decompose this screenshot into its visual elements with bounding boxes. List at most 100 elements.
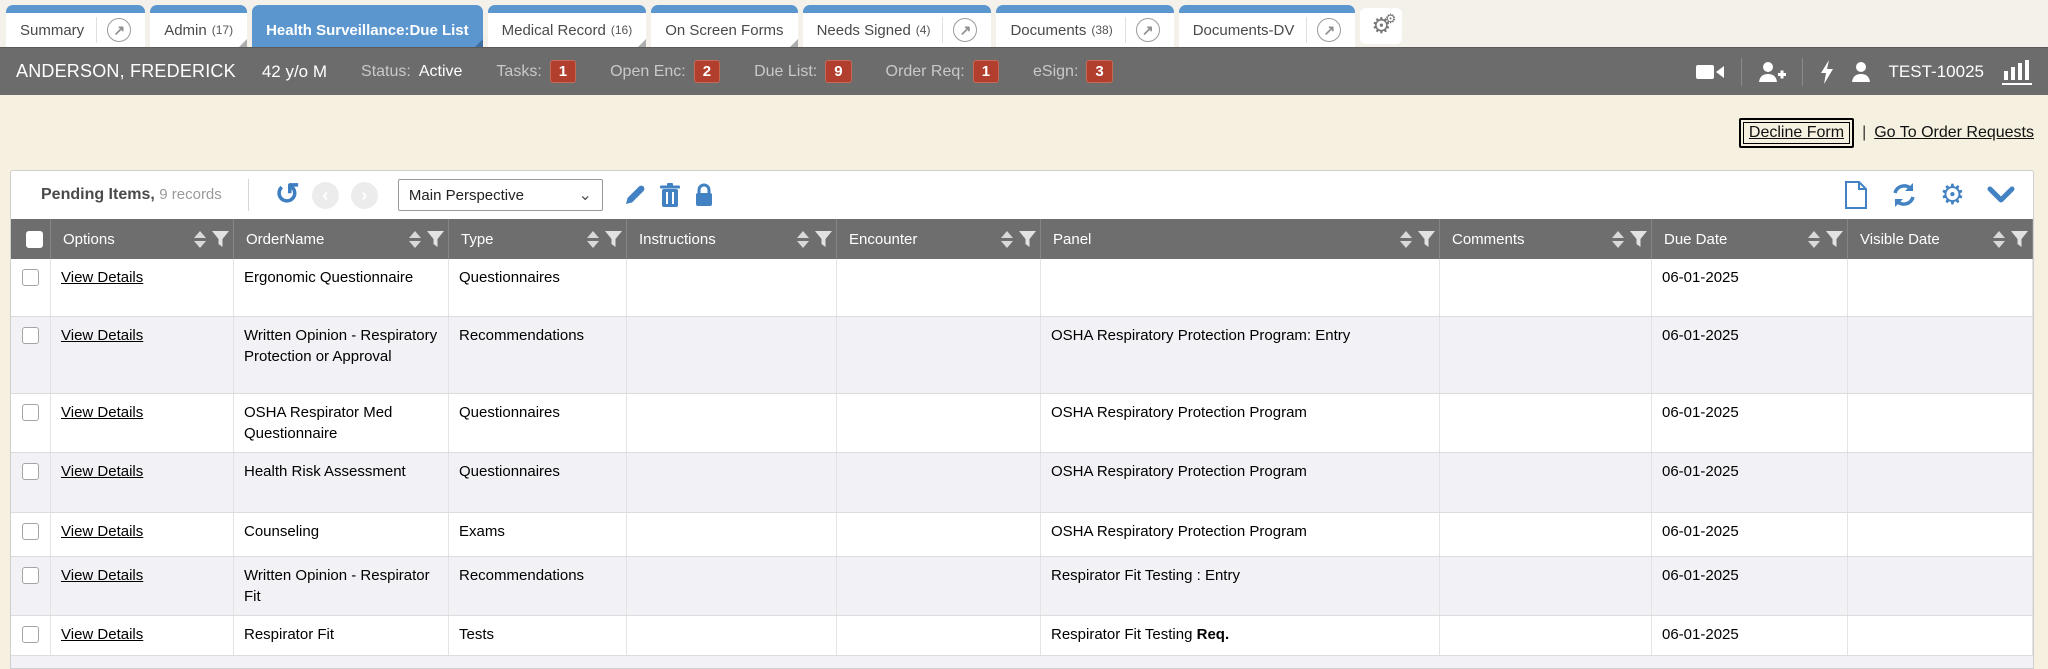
- lock-icon[interactable]: [693, 182, 715, 208]
- decline-form-link[interactable]: Decline Form: [1743, 122, 1850, 144]
- column-header-visible-date[interactable]: Visible Date: [1848, 219, 2033, 259]
- column-header-instructions[interactable]: Instructions: [627, 219, 837, 259]
- tab-health-surveillance-due-list[interactable]: Health Surveillance:Due List: [252, 5, 483, 47]
- edit-pencil-icon[interactable]: [623, 183, 647, 207]
- tab-label: Documents-DV: [1193, 22, 1295, 39]
- external-link-icon[interactable]: ↗: [1317, 18, 1341, 42]
- select-all-checkbox[interactable]: [26, 231, 43, 248]
- external-link-icon[interactable]: ↗: [1136, 18, 1160, 42]
- sort-icon[interactable]: [1001, 231, 1013, 248]
- sort-icon[interactable]: [1993, 231, 2005, 248]
- view-details-link[interactable]: View Details: [61, 327, 143, 344]
- tab-admin[interactable]: Admin (17): [150, 5, 247, 47]
- patient-status: Status: Active: [361, 63, 462, 81]
- person-icon[interactable]: [1851, 61, 1871, 83]
- esign-label: eSign:: [1033, 63, 1078, 81]
- view-details-link[interactable]: View Details: [61, 404, 143, 421]
- due-list-label: Due List:: [754, 63, 817, 81]
- bar-chart-icon[interactable]: [2002, 59, 2032, 85]
- external-link-icon[interactable]: ↗: [107, 18, 131, 42]
- options-cell: View Details: [51, 394, 234, 452]
- view-details-link[interactable]: View Details: [61, 463, 143, 480]
- open-enc-badge[interactable]: 2: [694, 60, 720, 83]
- tasks-badge[interactable]: 1: [550, 60, 576, 83]
- filter-icon[interactable]: [1630, 231, 1647, 247]
- filter-icon[interactable]: [815, 231, 832, 247]
- tab-documents[interactable]: Documents (38) ↗: [996, 5, 1173, 47]
- column-header-panel[interactable]: Panel: [1041, 219, 1440, 259]
- sort-icon[interactable]: [1400, 231, 1412, 248]
- column-header-due-date[interactable]: Due Date: [1652, 219, 1848, 259]
- view-details-link[interactable]: View Details: [61, 626, 143, 643]
- row-checkbox[interactable]: [22, 463, 39, 480]
- column-header-comments[interactable]: Comments: [1440, 219, 1652, 259]
- order-name-cell: Counseling: [234, 513, 449, 556]
- filter-icon[interactable]: [2011, 231, 2028, 247]
- tab-documents-dv[interactable]: Documents-DV ↗: [1179, 5, 1356, 47]
- row-checkbox[interactable]: [22, 626, 39, 643]
- options-cell: View Details: [51, 557, 234, 615]
- status-value: Active: [419, 63, 463, 81]
- perspective-select[interactable]: Main Perspective ⌄: [398, 179, 603, 211]
- filter-icon[interactable]: [1019, 231, 1036, 247]
- lightning-icon[interactable]: [1819, 60, 1835, 84]
- external-link-icon[interactable]: ↗: [953, 18, 977, 42]
- visible-date-cell: [1848, 394, 2033, 452]
- collapse-chevron-icon[interactable]: [1987, 186, 2015, 204]
- sort-icon[interactable]: [587, 231, 599, 248]
- options-cell: View Details: [51, 616, 234, 655]
- tab-summary[interactable]: Summary ↗: [6, 5, 145, 47]
- new-document-icon[interactable]: [1844, 181, 1868, 209]
- column-header-options[interactable]: Options: [51, 219, 234, 259]
- order-req-badge[interactable]: 1: [973, 60, 999, 83]
- due-list-badge[interactable]: 9: [825, 60, 851, 83]
- column-header-type[interactable]: Type: [449, 219, 627, 259]
- settings-gear-icon[interactable]: ⚙: [1940, 181, 1965, 209]
- filter-icon[interactable]: [1418, 231, 1435, 247]
- video-camera-icon[interactable]: [1695, 62, 1725, 82]
- tab-settings-button[interactable]: ⚙ ⚙: [1360, 8, 1402, 44]
- row-checkbox[interactable]: [22, 327, 39, 344]
- type-cell: Questionnaires: [449, 259, 627, 316]
- view-details-link[interactable]: View Details: [61, 567, 143, 584]
- instructions-cell: [627, 513, 837, 556]
- column-header-encounter[interactable]: Encounter: [837, 219, 1041, 259]
- esign-badge[interactable]: 3: [1086, 60, 1112, 83]
- filter-icon[interactable]: [605, 231, 622, 247]
- grid-title: Pending Items, 9 records: [41, 186, 222, 204]
- tab-medical-record[interactable]: Medical Record (16): [488, 5, 647, 47]
- tab-label: Documents: [1010, 22, 1086, 39]
- order-name-cell: Ergonomic Questionnaire: [234, 259, 449, 316]
- tab-needs-signed[interactable]: Needs Signed (4) ↗: [803, 5, 992, 47]
- filter-icon[interactable]: [212, 231, 229, 247]
- view-details-link[interactable]: View Details: [61, 269, 143, 286]
- row-checkbox[interactable]: [22, 269, 39, 286]
- tab-label: Summary: [20, 22, 84, 39]
- prev-perspective-button[interactable]: ‹: [312, 182, 339, 209]
- next-perspective-button[interactable]: ›: [351, 182, 378, 209]
- sort-icon[interactable]: [1808, 231, 1820, 248]
- row-checkbox[interactable]: [22, 404, 39, 421]
- add-person-icon[interactable]: [1758, 61, 1786, 83]
- tab-on-screen-forms[interactable]: On Screen Forms: [651, 5, 797, 47]
- tab-divider: [96, 17, 97, 43]
- panel-text: OSHA Respiratory Protection Program: Ent…: [1051, 327, 1350, 344]
- filter-icon[interactable]: [1826, 231, 1843, 247]
- view-details-link[interactable]: View Details: [61, 523, 143, 540]
- column-header-ordername[interactable]: OrderName: [234, 219, 449, 259]
- record-count: 9 records: [159, 186, 222, 203]
- row-checkbox[interactable]: [22, 567, 39, 584]
- delete-trash-icon[interactable]: [659, 183, 681, 207]
- sort-icon[interactable]: [1612, 231, 1624, 248]
- row-checkbox[interactable]: [22, 523, 39, 540]
- sort-icon[interactable]: [194, 231, 206, 248]
- undo-icon[interactable]: ↺: [275, 180, 300, 210]
- comments-cell: [1440, 557, 1652, 615]
- sort-icon[interactable]: [797, 231, 809, 248]
- filter-icon[interactable]: [427, 231, 444, 247]
- refresh-icon[interactable]: [1890, 181, 1918, 209]
- order-name-cell: OSHA Respirator Med Questionnaire: [234, 394, 449, 452]
- sort-icon[interactable]: [409, 231, 421, 248]
- go-to-order-requests-link[interactable]: Go To Order Requests: [1874, 124, 2034, 142]
- due-date-text: 06-01-2025: [1662, 327, 1739, 344]
